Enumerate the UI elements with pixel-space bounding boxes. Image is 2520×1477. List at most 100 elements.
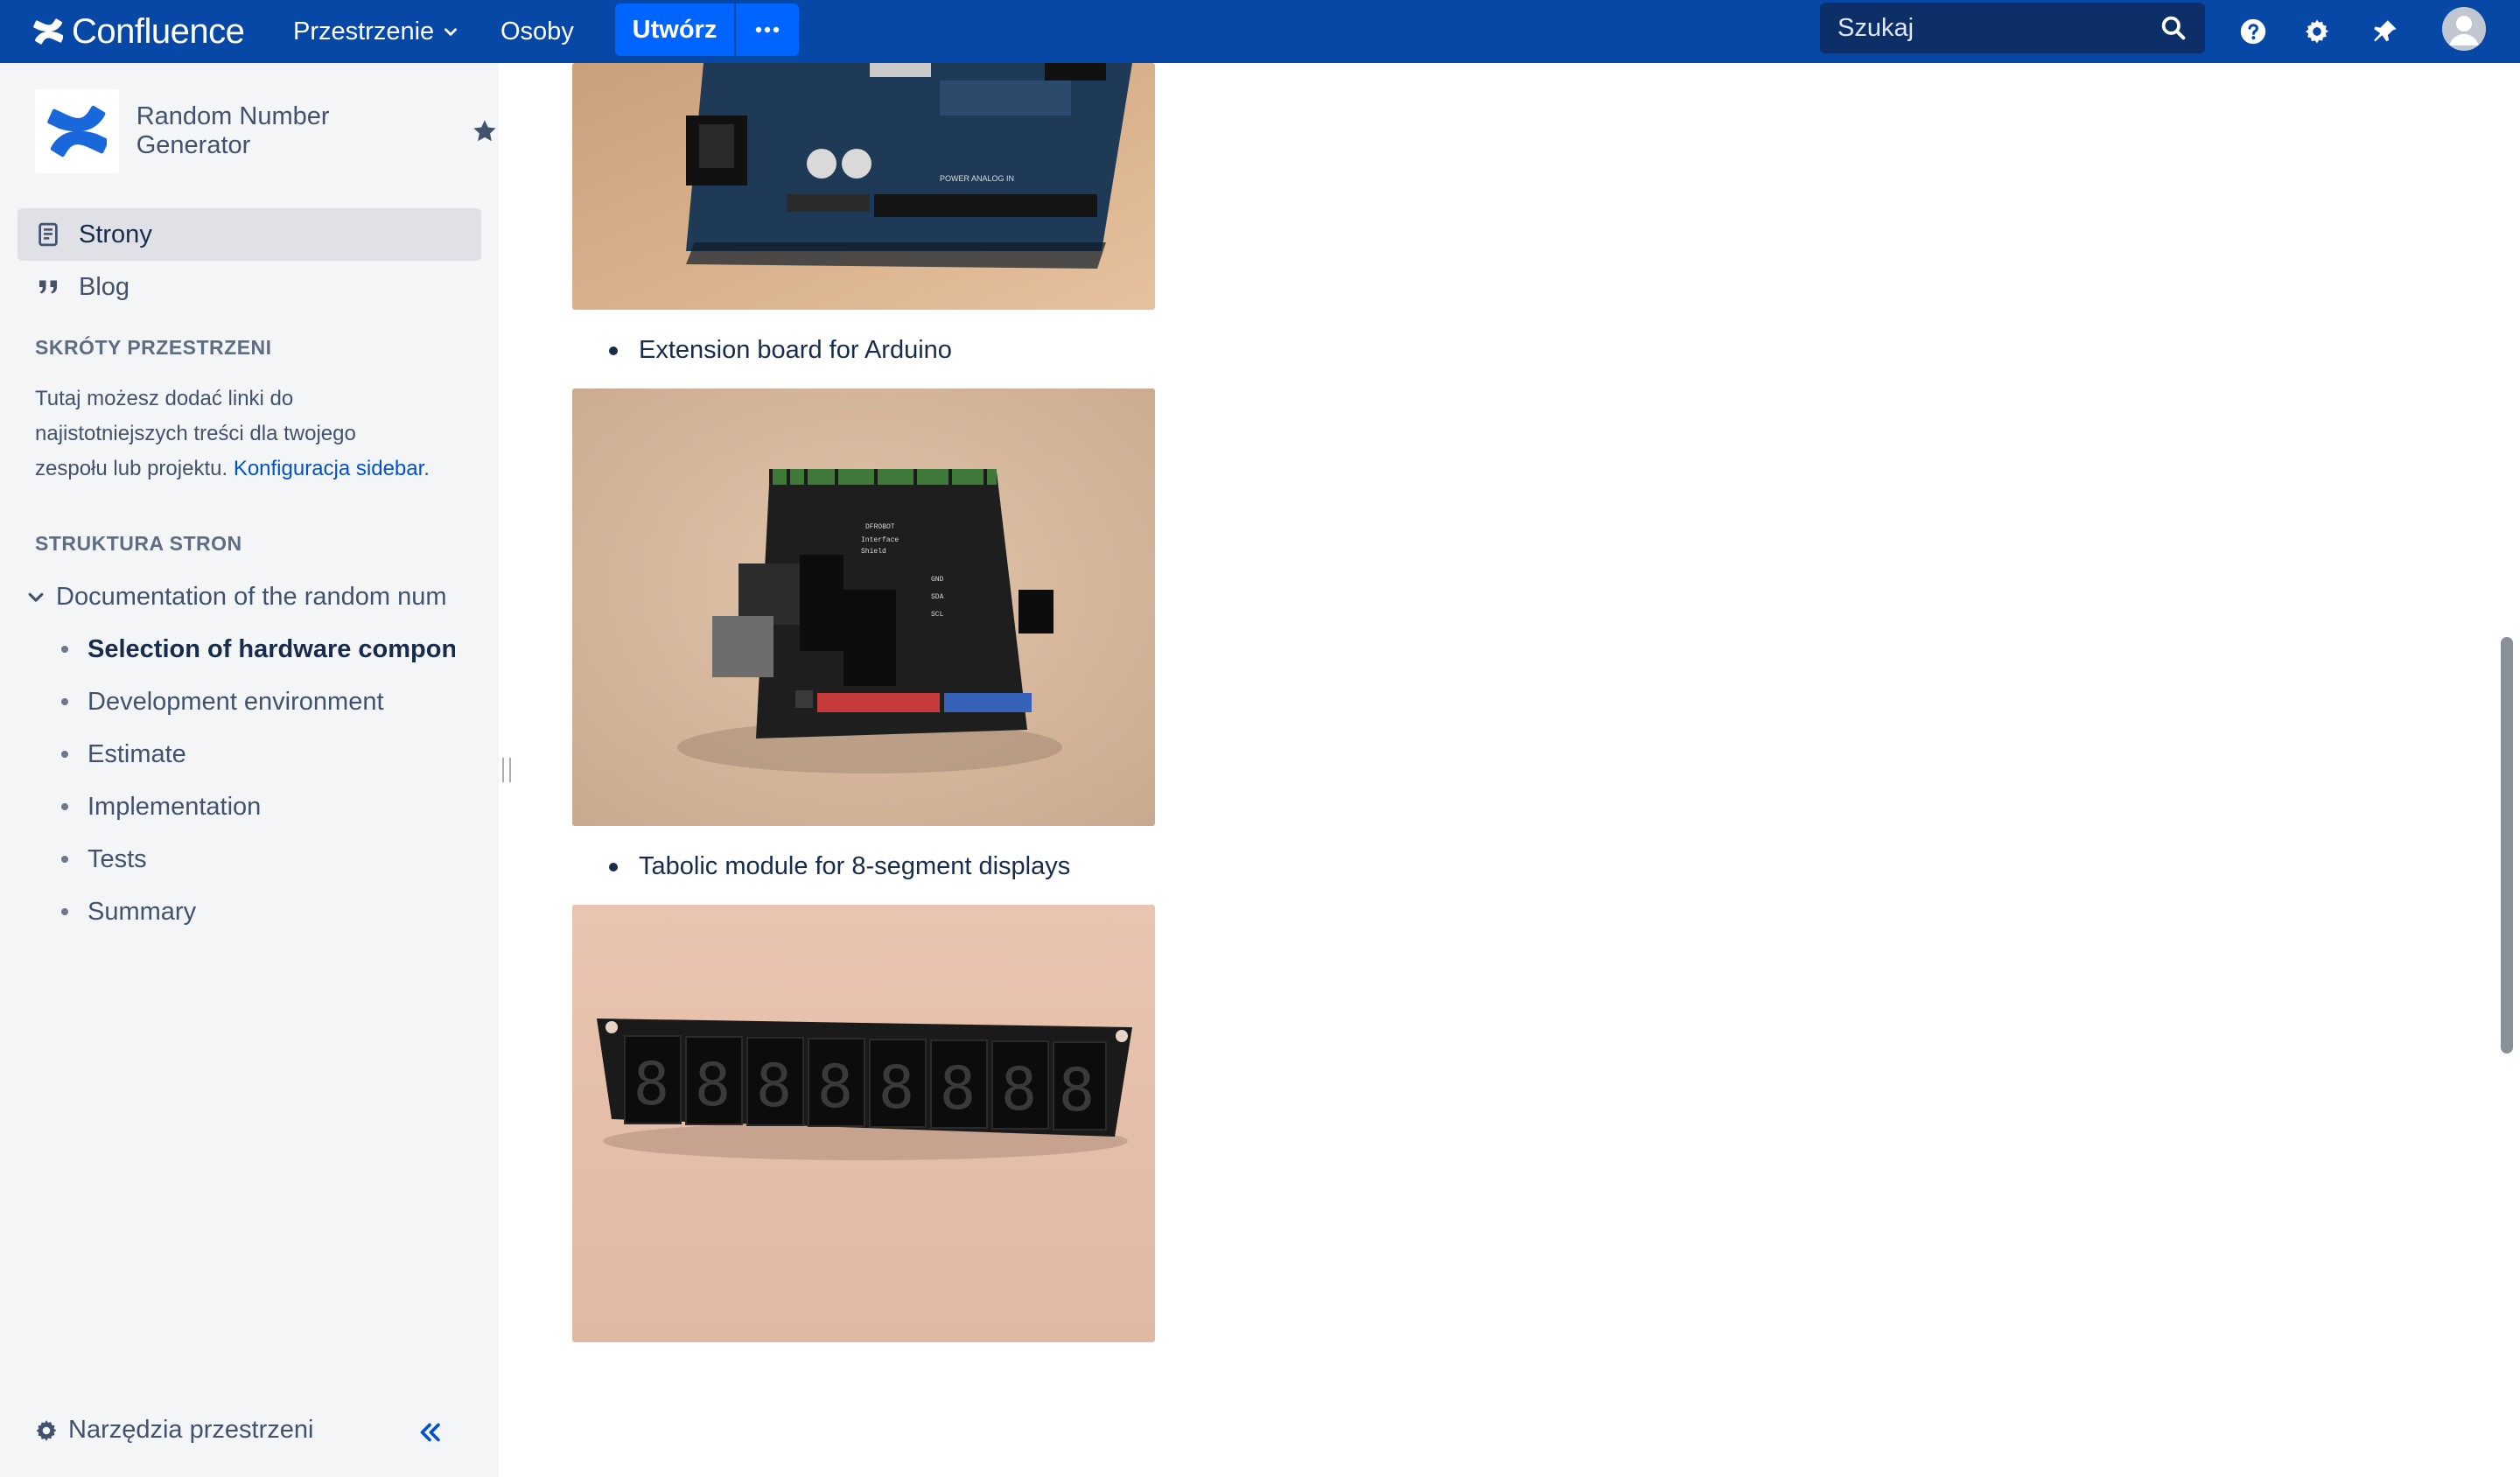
- extension-board-photo: DFROBOT Interface Shield GND SDA SCL: [572, 388, 1155, 826]
- avatar[interactable]: [2442, 7, 2486, 51]
- list-item-text: Extension board for Arduino: [639, 336, 952, 364]
- vertical-scrollbar[interactable]: [2501, 637, 2513, 1054]
- confluence-space-icon: [47, 105, 107, 158]
- arduino-board-photo: POWER ANALOG IN: [572, 63, 1155, 310]
- quote-icon: [39, 280, 57, 294]
- gear-icon: [2305, 19, 2329, 44]
- extension-board-image[interactable]: DFROBOT Interface Shield GND SDA SCL: [572, 388, 1155, 826]
- bullet-dot: [61, 908, 68, 915]
- display-module-image[interactable]: 8888 8888: [572, 905, 1155, 1342]
- sidebar-item-blog[interactable]: Blog: [18, 261, 481, 313]
- shortcuts-text-line: Tutaj możesz dodać linki do: [35, 387, 294, 410]
- list-item: Extension board for Arduino: [609, 336, 952, 365]
- page-icon: [38, 222, 58, 247]
- shortcuts-text-line: zespołu lub projektu.: [35, 457, 228, 480]
- collapse-sidebar-icon[interactable]: [415, 1418, 444, 1447]
- tree-item[interactable]: Tests: [26, 833, 455, 886]
- search-placeholder: Szukaj: [1838, 13, 1914, 42]
- tree-item[interactable]: Selection of hardware compon: [26, 623, 455, 676]
- tree-item[interactable]: Summary: [26, 886, 455, 938]
- display-module-photo: 8888 8888: [572, 905, 1155, 1342]
- bullet-dot: [61, 751, 68, 758]
- help-button[interactable]: [2234, 12, 2272, 51]
- people-link-label: Osoby: [500, 17, 574, 46]
- svg-text:GND: GND: [931, 576, 944, 584]
- create-button[interactable]: Utwórz: [615, 4, 734, 56]
- bullet-dot: [61, 856, 68, 863]
- user-avatar-icon: [2442, 7, 2486, 51]
- tree-item-label: Implementation: [88, 792, 262, 821]
- top-navigation: Confluence Przestrzenie Osoby Utwórz Szu…: [0, 0, 2520, 63]
- sidebar-item-pages[interactable]: Strony: [18, 208, 481, 261]
- page-tree-heading: STRUKTURA STRON: [35, 532, 242, 555]
- svg-text:SDA: SDA: [931, 593, 944, 601]
- sidebar-nav: Strony Blog: [18, 208, 481, 313]
- svg-text:SCL: SCL: [931, 611, 944, 619]
- tree-root-label: Documentation of the random num: [56, 582, 447, 611]
- svg-text:8: 8: [878, 1054, 914, 1123]
- search-icon[interactable]: [2160, 14, 2188, 42]
- sidebar-item-label: Strony: [79, 220, 152, 248]
- gear-icon: [36, 1419, 57, 1441]
- shortcuts-text-end: .: [424, 457, 430, 480]
- bullet-dot: [609, 862, 618, 872]
- spaces-menu[interactable]: Przestrzenie: [293, 0, 458, 63]
- people-link[interactable]: Osoby: [500, 0, 574, 63]
- bullet-dot: [61, 646, 68, 653]
- configure-sidebar-link[interactable]: Konfiguracja sidebar: [234, 457, 424, 480]
- settings-button[interactable]: [2298, 12, 2336, 51]
- space-name[interactable]: Random Number Generator: [136, 102, 450, 160]
- spaces-menu-label: Przestrzenie: [293, 17, 435, 46]
- tree-item-label: Tests: [88, 844, 147, 873]
- svg-text:8: 8: [634, 1050, 669, 1119]
- space-tools-button[interactable]: Narzędzia przestrzeni: [33, 1416, 313, 1445]
- search-input[interactable]: Szukaj: [1820, 3, 2205, 53]
- confluence-logo-icon: [33, 18, 63, 45]
- notification-icon: [2374, 20, 2397, 42]
- space-logo[interactable]: [35, 89, 119, 173]
- arduino-board-image[interactable]: POWER ANALOG IN: [572, 63, 1155, 310]
- svg-text:8: 8: [1001, 1055, 1037, 1124]
- create-more-button[interactable]: [736, 4, 799, 56]
- tree-item-label: Summary: [88, 897, 197, 926]
- shortcuts-description: Tutaj możesz dodać linki do najistotniej…: [35, 382, 472, 486]
- svg-text:8: 8: [695, 1051, 731, 1120]
- notifications-button[interactable]: [2366, 12, 2404, 51]
- svg-text:Shield: Shield: [861, 548, 886, 556]
- shortcuts-text-line: najistotniejszych treści dla twojego: [35, 422, 356, 445]
- tree-root-item[interactable]: Documentation of the random num: [26, 570, 455, 623]
- list-item-text: Tabolic module for 8-segment displays: [639, 852, 1071, 880]
- svg-text:8: 8: [817, 1053, 853, 1122]
- confluence-logo[interactable]: Confluence: [33, 0, 245, 63]
- svg-text:8: 8: [940, 1054, 976, 1124]
- chevron-down-icon[interactable]: [26, 587, 46, 606]
- tree-item[interactable]: Development environment: [26, 676, 455, 728]
- svg-text:Interface: Interface: [861, 536, 899, 544]
- app-name: Confluence: [72, 11, 245, 51]
- tree-item[interactable]: Estimate: [26, 728, 455, 780]
- space-header[interactable]: Random Number Generator: [35, 89, 499, 173]
- page-content: POWER ANALOG IN Extension board for Ardu…: [572, 63, 2454, 1477]
- tree-item-label: Development environment: [88, 687, 384, 716]
- bullet-dot: [61, 698, 68, 705]
- more-horizontal-icon: [755, 26, 780, 33]
- svg-text:POWER ANALOG IN: POWER ANALOG IN: [940, 174, 1014, 183]
- tree-item[interactable]: Implementation: [26, 780, 455, 833]
- sidebar-resize-handle[interactable]: [502, 758, 511, 782]
- tree-item-label: Estimate: [88, 739, 186, 768]
- shortcuts-heading: SKRÓTY PRZESTRZENI: [35, 336, 272, 359]
- svg-text:DFROBOT: DFROBOT: [865, 523, 895, 531]
- space-tools-label: Narzędzia przestrzeni: [68, 1416, 314, 1444]
- chevron-down-icon: [444, 28, 458, 36]
- help-icon: [2240, 18, 2266, 45]
- sidebar-item-label: Blog: [79, 272, 130, 301]
- tree-item-label: Selection of hardware compon: [88, 634, 455, 663]
- svg-text:8: 8: [756, 1052, 792, 1121]
- space-sidebar: Random Number Generator Strony Blog SKRÓ…: [0, 63, 499, 1477]
- bullet-dot: [61, 803, 68, 810]
- star-icon[interactable]: [471, 117, 499, 145]
- svg-text:8: 8: [1059, 1056, 1095, 1125]
- bullet-dot: [609, 346, 618, 355]
- list-item: Tabolic module for 8-segment displays: [609, 852, 1070, 881]
- page-tree: Documentation of the random num Selectio…: [26, 570, 481, 938]
